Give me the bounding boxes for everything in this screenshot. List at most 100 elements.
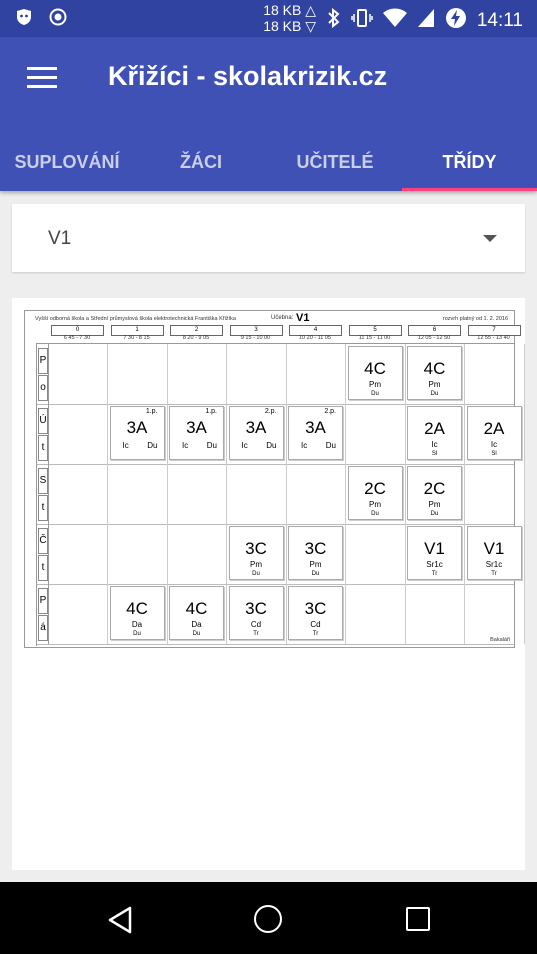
lesson-teacher: Du	[371, 511, 379, 517]
lesson-card[interactable]: 4C Pm Du	[347, 346, 403, 400]
day-letter: P	[38, 348, 48, 374]
lesson-teacher: Sl	[431, 451, 438, 457]
period-time: 8 20 - 9 05	[182, 335, 210, 341]
clock: 14:11	[476, 9, 523, 31]
net-down: 18 KB ▽	[263, 18, 316, 34]
day-letter: Ú	[38, 408, 48, 434]
day-row: Pá 4C Da Du 4C Da Du 3C Cd Tr 3C Cd Tr	[37, 584, 525, 645]
lesson-subject: Pm	[309, 560, 322, 569]
timetable-cell	[108, 524, 168, 584]
lesson-card[interactable]: 2.p. 3A Ic Du	[288, 406, 343, 460]
period-time: 12 05 - 12 50	[417, 335, 451, 341]
vibrate-icon	[351, 8, 373, 33]
lesson-card[interactable]: 2C Pm Du	[407, 466, 462, 520]
lesson-card[interactable]: 4C Pm Du	[407, 346, 462, 400]
lesson-card[interactable]: 3C Cd Tr	[228, 586, 284, 640]
lesson-card[interactable]: V1 Sr1c Tr	[407, 526, 462, 580]
lesson-subject: Pm	[369, 380, 381, 389]
lesson-teacher: Du	[371, 391, 379, 397]
shield-icon	[14, 7, 34, 27]
room-select[interactable]: V1	[12, 204, 525, 272]
timetable-cell: 1.p. 3A Ic Du	[167, 404, 227, 464]
lesson-class: 4C	[423, 359, 446, 378]
lesson-card[interactable]: 2C Pm Du	[347, 466, 403, 520]
timetable-cell: 2.p. 3A Ic Du	[286, 404, 346, 464]
lesson-subject: Ic	[431, 440, 438, 449]
lesson-card[interactable]: 3C Cd Tr	[288, 586, 343, 640]
menu-icon[interactable]	[27, 67, 57, 91]
lesson-card[interactable]: 2.p. 3A Ic Du	[228, 406, 284, 460]
period-time: 9 15 - 10 00	[240, 335, 271, 341]
lesson-subject: Ic	[182, 441, 189, 450]
status-bar: 18 KB △ 18 KB ▽ 14:11	[0, 0, 537, 37]
timetable-cell: 2.p. 3A Ic Du	[227, 404, 287, 464]
lesson-subject: Pm	[250, 560, 262, 569]
room-label: Učebna:	[271, 315, 294, 321]
timetable-cell: 4C Pm Du	[346, 344, 406, 404]
timetable-cell: 2C Pm Du	[405, 464, 465, 524]
tab-zaci[interactable]: ŽÁCI	[134, 133, 268, 191]
lesson-card[interactable]: 1.p. 3A Ic Du	[169, 406, 224, 460]
timetable-cell	[48, 584, 108, 644]
net-up: 18 KB △	[263, 2, 316, 18]
lesson-teacher: Tr	[431, 571, 438, 577]
lesson-class: 4C	[185, 599, 208, 618]
lesson-card[interactable]: V1 Sr1c Tr	[466, 526, 522, 580]
timetable-cell	[167, 524, 227, 584]
lesson-group: 2.p.	[324, 408, 336, 415]
lesson-class: 2A	[424, 419, 445, 438]
lesson-class: 3A	[305, 418, 326, 437]
lesson-class: V1	[483, 539, 505, 558]
lesson-card[interactable]: 4C Da Du	[169, 586, 224, 640]
lesson-subject: Sr1c	[426, 560, 443, 569]
tab-bar: SUPLOVÁNÍ ŽÁCI UČITELÉ TŘÍDY	[0, 133, 537, 191]
lesson-class: 3A	[186, 418, 207, 437]
wifi-icon	[382, 8, 407, 33]
circle-record-icon	[48, 7, 68, 27]
timetable-cell	[227, 464, 287, 524]
lesson-card[interactable]: 3C Pm Du	[228, 526, 284, 580]
lesson-teacher: Du	[311, 571, 320, 577]
back-icon[interactable]	[107, 906, 133, 939]
dropdown-arrow-icon[interactable]	[483, 235, 497, 242]
home-icon[interactable]	[254, 905, 282, 933]
timetable-cell	[465, 584, 525, 644]
recents-icon[interactable]	[406, 907, 430, 931]
lesson-card[interactable]: 3C Pm Du	[288, 526, 343, 580]
room-name: V1	[296, 312, 310, 324]
timetable-cell	[167, 344, 227, 404]
signal-icon	[417, 8, 435, 33]
tab-ucitele[interactable]: UČITELÉ	[268, 133, 402, 191]
lesson-card[interactable]: 4C Da Du	[109, 586, 165, 640]
day-letter: o	[38, 375, 48, 401]
day-row: Čt 3C Pm Du 3C Pm Du V1 Sr1c Tr V1 Sr1c Tr	[37, 524, 525, 585]
tab-tridy[interactable]: TŘÍDY	[402, 133, 537, 191]
valid-from: rozvrh platný od 1. 2. 2016	[442, 316, 508, 322]
lesson-teacher: Du	[206, 441, 217, 450]
lesson-subject: Cd	[310, 620, 321, 629]
lesson-teacher: Du	[430, 511, 439, 517]
tab-suplovani[interactable]: SUPLOVÁNÍ	[0, 133, 134, 191]
lesson-card[interactable]: 1.p. 3A Ic Du	[109, 406, 165, 460]
lesson-class: 3C	[245, 539, 267, 558]
timetable-cell: 1.p. 3A Ic Du	[108, 404, 168, 464]
lesson-card[interactable]: 2A Ic Sl	[407, 406, 462, 460]
timetable-cell: 4C Pm Du	[405, 344, 465, 404]
lesson-class: 4C	[364, 359, 386, 378]
day-letter: Č	[38, 528, 48, 554]
day-letter: t	[38, 495, 48, 521]
lesson-subject: Ic	[490, 440, 498, 449]
timetable-cell: V1 Sr1c Tr	[405, 524, 465, 584]
lesson-class: 3C	[304, 599, 327, 618]
lesson-class: 3C	[304, 539, 327, 558]
timetable-cell	[227, 344, 287, 404]
lesson-teacher: Du	[325, 441, 336, 450]
timetable-cell	[48, 404, 108, 464]
day-letter: t	[38, 435, 48, 461]
lesson-teacher: Du	[192, 631, 201, 637]
day-row: Po 4C Pm Du 4C Pm Du	[37, 344, 525, 405]
lesson-teacher: Sl	[491, 451, 497, 457]
lesson-card[interactable]: 2A Ic Sl	[466, 406, 522, 460]
timetable-cell: 2C Pm Du	[346, 464, 406, 524]
timetable-cell	[465, 344, 525, 404]
